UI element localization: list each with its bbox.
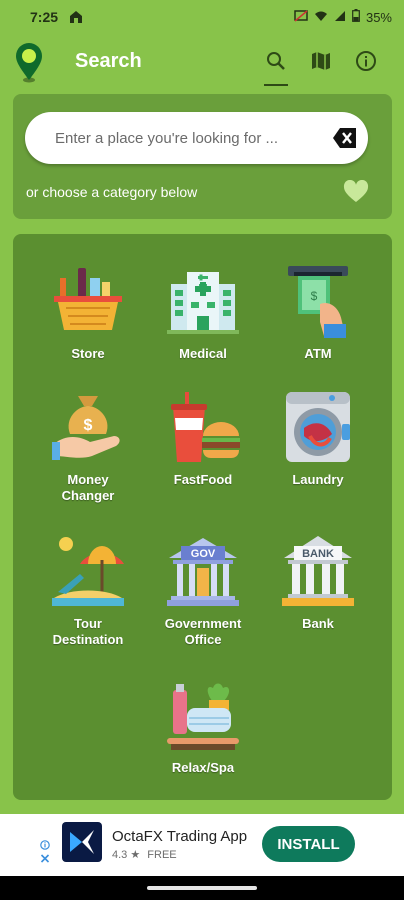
category-fastfood[interactable]: FastFood [148,390,258,488]
category-label: Medical [179,346,227,361]
ad-rating-value: 4.3 [112,849,128,861]
battery-icon [352,9,360,25]
category-medical[interactable]: Medical [148,264,258,362]
info-icon [356,51,376,71]
search-panel: or choose a category below [13,94,392,219]
category-label: Relax/Spa [171,760,235,775]
ad-price: FREE [147,849,177,861]
svg-text:$: $ [84,417,93,434]
active-tab-indicator [264,84,288,86]
app-toolbar: Search [0,34,404,92]
government-building-icon: GOV [167,538,239,606]
battery-percent: 35% [365,9,392,25]
category-laundry[interactable]: Laundry [263,390,373,488]
clear-search-button[interactable] [332,126,358,150]
category-label: Bank [302,616,334,631]
hospital-icon [167,272,239,334]
info-button[interactable] [353,48,379,74]
category-label: Money Changer [61,472,115,503]
gesture-handle[interactable] [147,886,257,890]
page-title: Search [75,50,142,72]
status-time: 7:25 [30,9,59,25]
fastfood-icon [171,392,240,462]
svg-text:$: $ [311,289,318,303]
money-bag-icon: $ [52,396,120,460]
ad-rating: 4.3 ★ FREE [112,848,177,861]
store-basket-icon [54,268,122,330]
ad-install-button[interactable]: INSTALL [262,826,355,862]
search-input[interactable] [55,112,315,164]
search-box [25,112,368,164]
cast-icon [294,9,308,25]
category-label: Tour Destination [52,616,124,647]
svg-text:BANK: BANK [302,548,334,560]
category-money-changer[interactable]: $ Money Changer [33,390,143,504]
status-indicators: 35% [294,9,392,25]
home-notification-icon [68,9,84,25]
search-tab-button[interactable] [263,48,289,74]
app-logo-pin-icon [14,42,44,84]
ad-choices-icon[interactable] [40,840,50,870]
ad-banner[interactable]: OctaFX Trading App 4.3 ★ FREE INSTALL [0,814,404,876]
system-nav-bar [0,876,404,900]
category-atm[interactable]: $ ATM [263,264,373,362]
category-tour-destination[interactable]: Tour Destination [33,534,143,648]
ad-app-logo-icon[interactable] [62,822,102,862]
atm-icon: $ [288,266,348,338]
category-label: Store [71,346,105,361]
star-icon: ★ [130,849,141,861]
category-relax-spa[interactable]: Relax/Spa [148,678,258,776]
category-store[interactable]: Store [33,264,143,362]
map-icon [312,52,330,70]
ad-title[interactable]: OctaFX Trading App [112,828,247,845]
category-label: Government Office [164,616,242,647]
spa-icon [167,683,239,750]
status-bar: 7:25 35% [0,0,404,34]
beach-umbrella-icon [52,537,124,606]
category-label: ATM [304,346,332,361]
heart-icon [343,179,369,202]
categories-panel: Store Medical $ ATM $ Money Changer Fast… [13,234,392,800]
category-label: Laundry [292,472,344,487]
map-button[interactable] [308,48,334,74]
category-bank[interactable]: BANK Bank [263,534,373,632]
category-label: FastFood [173,472,233,487]
backspace-clear-icon [333,128,356,148]
bank-building-icon: BANK [282,536,354,606]
category-hint-text: or choose a category below [26,184,198,200]
category-government-office[interactable]: GOV Government Office [148,534,258,648]
search-icon [267,52,285,70]
washing-machine-icon [286,392,350,462]
wifi-icon [314,10,328,25]
svg-text:GOV: GOV [191,548,216,560]
favorites-button[interactable] [343,179,369,204]
signal-icon [334,10,346,25]
